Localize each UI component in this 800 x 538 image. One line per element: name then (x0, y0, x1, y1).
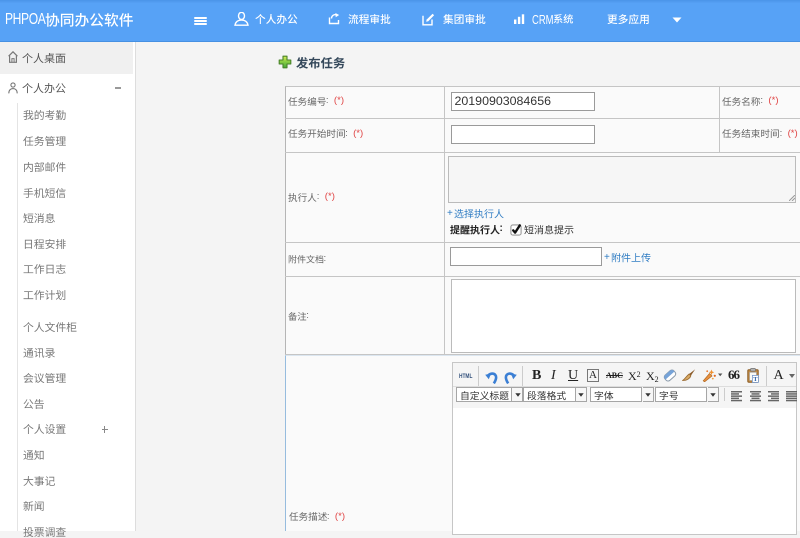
svg-text:T: T (753, 376, 758, 383)
